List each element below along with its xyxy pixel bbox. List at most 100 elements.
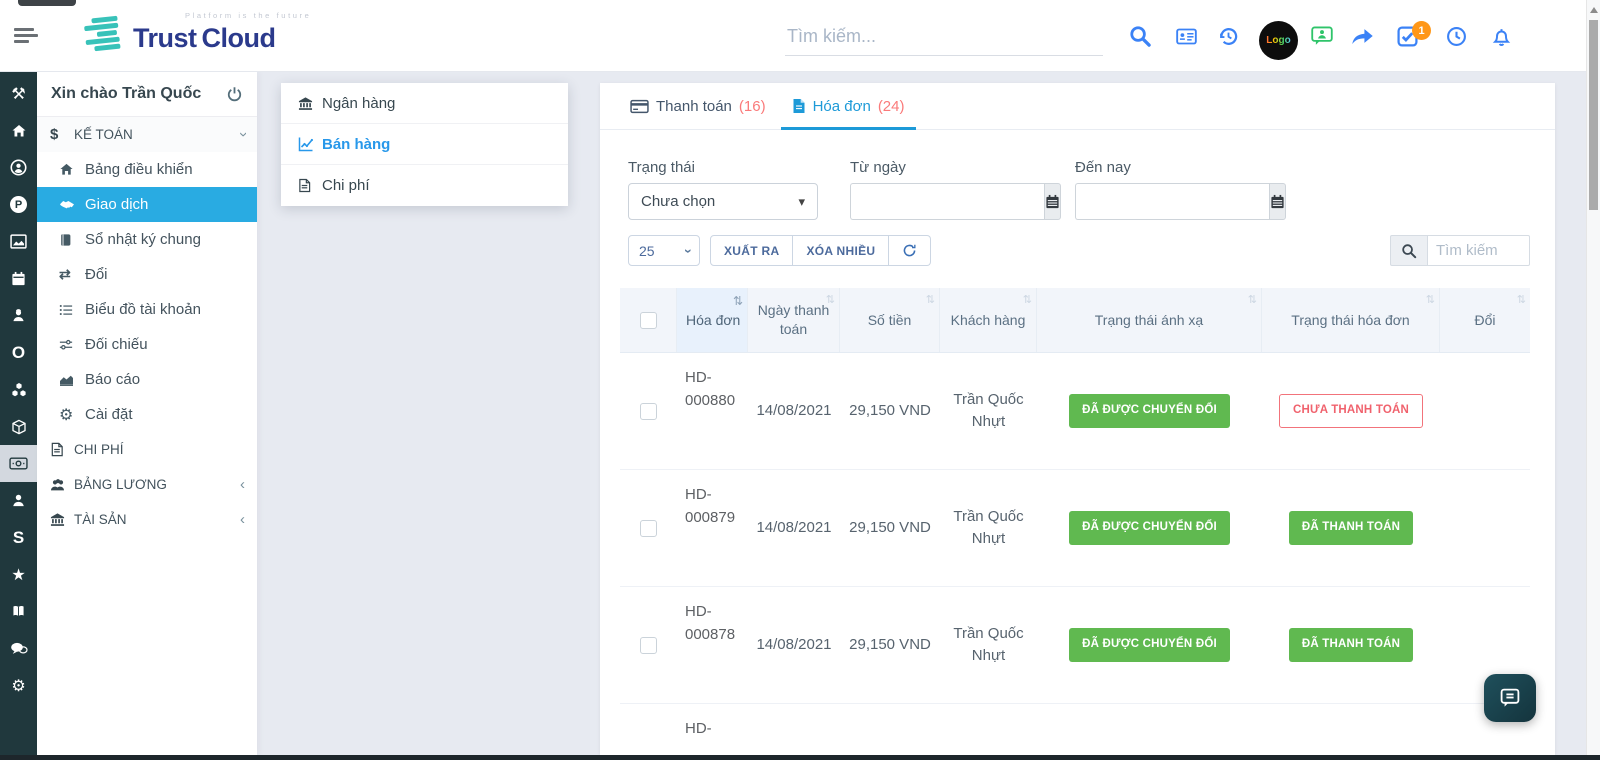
invoice-number[interactable]: HD- [677, 704, 748, 755]
sidebar-section-assets[interactable]: TÀI SẢN ‹ [37, 502, 257, 537]
sidebar-section-payroll[interactable]: BẢNG LƯƠNG ‹ [37, 467, 257, 502]
sidebar-greeting: Xin chào Trần Quốc [37, 72, 257, 117]
hamburger-menu-icon[interactable] [14, 28, 40, 46]
invoice-number[interactable]: HD-000878 [677, 587, 748, 703]
table-row: HD-000880 14/08/2021 29,150 VND Trần Quố… [620, 353, 1530, 470]
status-filter-select[interactable]: Chưa chọn ▾ [628, 183, 818, 220]
invoice-number[interactable]: HD-000879 [677, 470, 748, 586]
rail-cubes-icon[interactable] [0, 371, 37, 408]
rail-package-icon[interactable] [0, 408, 37, 445]
from-date-calendar-button[interactable] [1044, 183, 1061, 220]
convert-cell [1440, 470, 1530, 586]
row-checkbox[interactable] [640, 637, 657, 654]
rail-star-icon[interactable]: ★ [0, 556, 37, 593]
sidebar-item-exchange[interactable]: ⇄ Đổi [37, 257, 257, 292]
tab-bar: Thanh toán (16) Hóa đơn (24) [600, 83, 1555, 130]
chat-bubble-icon [1498, 686, 1522, 710]
rail-product-icon[interactable]: P [0, 186, 37, 223]
sidebar-item-settings[interactable]: ⚙ Cài đặt [37, 397, 257, 432]
global-search-input[interactable] [785, 22, 1103, 56]
invoice-table-body: HD-000880 14/08/2021 29,150 VND Trần Quố… [620, 353, 1530, 755]
rail-comments-icon[interactable] [0, 630, 37, 667]
chat-widget-button[interactable] [1484, 674, 1536, 722]
sort-icon[interactable]: ⇅ [733, 293, 743, 309]
invoice-number[interactable]: HD-000880 [677, 353, 748, 469]
sidebar-item-general-journal[interactable]: Sổ nhật ký chung [37, 222, 257, 257]
sort-icon[interactable]: ⇅ [1023, 293, 1032, 308]
rail-sales-icon[interactable]: S [0, 519, 37, 556]
submenu-item-expenses[interactable]: Chi phí [281, 165, 568, 206]
rail-calendar-icon[interactable] [0, 260, 37, 297]
page-scrollbar[interactable] [1586, 0, 1600, 755]
delete-many-button[interactable]: XÓA NHIỀU [793, 235, 889, 266]
sidebar-section-expenses[interactable]: CHI PHÍ [37, 432, 257, 467]
search-icon[interactable] [1122, 0, 1158, 72]
header-payment-date[interactable]: Ngày thanh toán ⇅ [748, 288, 840, 352]
history-icon[interactable] [1210, 0, 1246, 72]
header-invoice-status[interactable]: Trạng thái hóa đơn ⇅ [1262, 288, 1440, 352]
header-customer[interactable]: Khách hàng ⇅ [940, 288, 1037, 352]
rail-home-icon[interactable] [0, 112, 37, 149]
sidebar-item-transactions[interactable]: Giao dịch [37, 187, 257, 222]
user-avatar[interactable]: Logo [1259, 21, 1298, 60]
share-icon[interactable] [1344, 0, 1380, 72]
refresh-button[interactable] [889, 235, 931, 266]
sort-icon[interactable]: ⇅ [826, 293, 835, 308]
header-invoice[interactable]: Hóa đơn ⇅ [677, 288, 748, 352]
to-date-calendar-button[interactable] [1269, 183, 1286, 220]
submenu-item-bank[interactable]: Ngân hàng [281, 83, 568, 124]
support-chat-icon[interactable] [1304, 0, 1340, 72]
rail-o-module-icon[interactable]: O [0, 334, 37, 371]
sort-icon[interactable]: ⇅ [926, 293, 935, 308]
to-date-input[interactable] [1075, 183, 1269, 220]
tab-payments[interactable]: Thanh toán (16) [617, 83, 779, 129]
tab-invoices[interactable]: Hóa đơn (24) [779, 83, 918, 129]
sidebar-section-accounting[interactable]: $ KẾ TOÁN ‹ [37, 117, 257, 152]
from-date-input[interactable] [850, 183, 1044, 220]
app-logo[interactable]: Platform is the future TrustCloud [85, 12, 276, 56]
rail-user-icon[interactable] [0, 482, 37, 519]
module-icon-rail: ⚒ P O S ★ ⚙ [0, 72, 37, 755]
calendar-icon [1270, 194, 1285, 209]
sort-icon[interactable]: ⇅ [1248, 293, 1257, 308]
table-search-button[interactable] [1390, 235, 1428, 266]
row-checkbox[interactable] [640, 520, 657, 537]
export-button[interactable]: XUẤT RA [710, 235, 793, 266]
table-search-input[interactable] [1428, 235, 1530, 266]
bell-icon[interactable] [1483, 0, 1519, 72]
rail-chart-image-icon[interactable] [0, 223, 37, 260]
header-amount[interactable]: Số tiền ⇅ [840, 288, 940, 352]
logo-mark-icon [83, 10, 129, 58]
sort-icon[interactable]: ⇅ [1517, 293, 1526, 308]
header-mapping-status[interactable]: Trạng thái ánh xạ ⇅ [1037, 288, 1262, 352]
sidebar-item-reconciliation[interactable]: Đối chiếu [37, 327, 257, 362]
payment-date: 14/08/2021 [748, 587, 840, 703]
page-size-select[interactable]: 25 ‹ [628, 235, 700, 266]
top-navbar: Platform is the future TrustCloud Logo 1 [0, 0, 1600, 72]
submenu-item-sales[interactable]: Bán hàng [281, 124, 568, 165]
power-logout-icon[interactable] [226, 86, 243, 103]
rail-worker-icon[interactable] [0, 297, 37, 334]
amount: 29,150 VND [840, 353, 940, 469]
rail-book-icon[interactable] [0, 593, 37, 630]
home-icon [59, 162, 85, 177]
header-convert[interactable]: Đổi ⇅ [1440, 288, 1530, 352]
sidebar-item-dashboard[interactable]: Bảng điều khiển [37, 152, 257, 187]
scrollbar-up-arrow[interactable] [1590, 7, 1598, 13]
rail-gears-icon[interactable]: ⚙ [0, 667, 37, 704]
rail-gavel-icon[interactable]: ⚒ [0, 75, 37, 112]
tab-count: (16) [739, 98, 766, 115]
scrollbar-thumb[interactable] [1589, 20, 1598, 210]
row-checkbox[interactable] [640, 403, 657, 420]
contact-card-icon[interactable] [1168, 0, 1204, 72]
payment-date: 14/08/2021 [748, 353, 840, 469]
clock-icon[interactable] [1438, 0, 1474, 72]
sidebar-item-reports[interactable]: Báo cáo [37, 362, 257, 397]
from-date-group [850, 183, 1045, 220]
sort-icon[interactable]: ⇅ [1426, 293, 1435, 308]
sidebar-item-chart-of-accounts[interactable]: Biểu đồ tài khoản [37, 292, 257, 327]
select-all-checkbox[interactable] [640, 312, 657, 329]
rail-user-circle-icon[interactable] [0, 149, 37, 186]
file-icon [298, 178, 322, 193]
rail-expense-money-icon[interactable] [0, 445, 37, 482]
